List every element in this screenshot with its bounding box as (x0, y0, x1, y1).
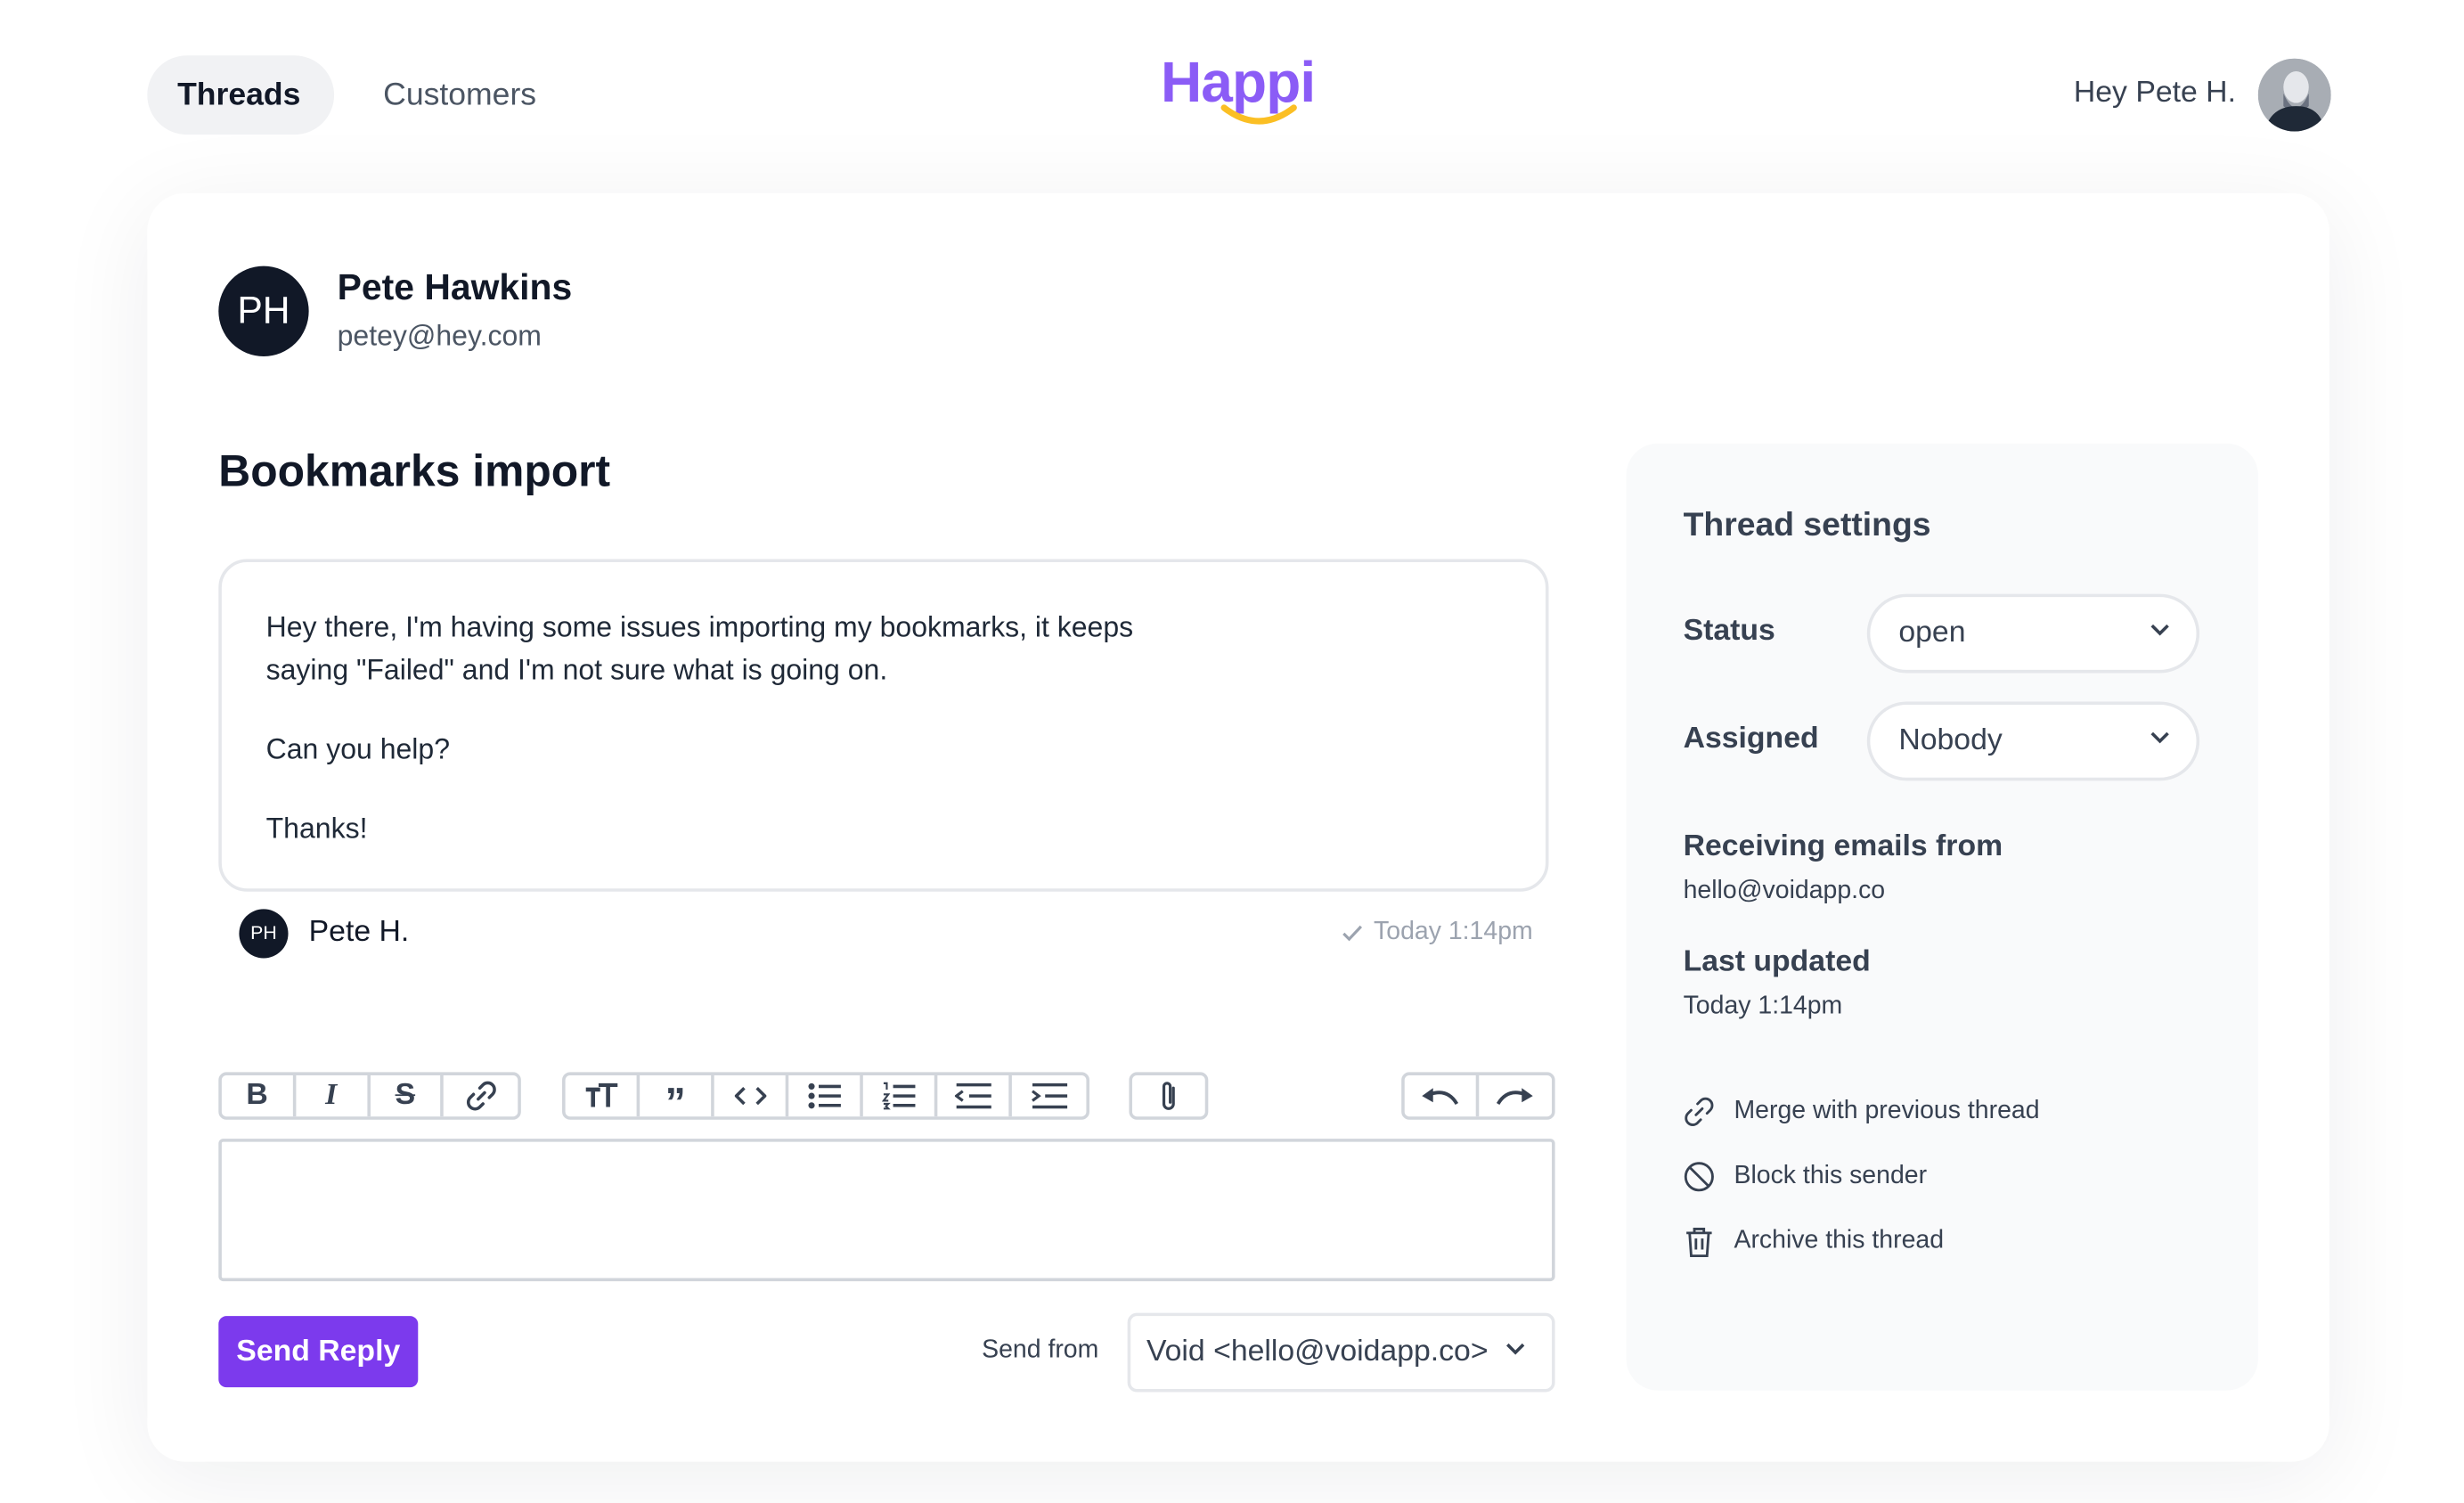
message-line: saying "Failed" and I'm not sure what is… (265, 654, 888, 686)
undo-icon (1422, 1088, 1459, 1106)
status-value: open (1898, 616, 1966, 649)
tab-threads[interactable]: Threads (147, 55, 335, 135)
customer-avatar: PH (218, 265, 309, 356)
redo-button[interactable] (1478, 1075, 1552, 1116)
thread-card: PH Pete Hawkins petey@hey.com Bookmarks … (147, 192, 2329, 1462)
bullet-list-icon (807, 1082, 841, 1109)
send-from-label: Send from (982, 1336, 1099, 1364)
status-label: Status (1683, 614, 1775, 649)
outdent-icon (954, 1082, 991, 1109)
history-toolbar-group (1401, 1072, 1555, 1120)
italic-button[interactable]: I (296, 1074, 371, 1117)
link-icon (1685, 1097, 1714, 1126)
thread-settings-panel: Thread settings Status open Assigned Nob… (1626, 443, 2258, 1391)
settings-title: Thread settings (1683, 506, 1931, 543)
indent-icon (1031, 1082, 1067, 1109)
app: Threads Customers Happi Hey Pete H. PH P… (0, 0, 2464, 1503)
author-avatar: PH (239, 909, 289, 959)
attachment-icon (1162, 1082, 1175, 1110)
send-from-select[interactable]: Void <hello@voidapp.co> (1127, 1312, 1555, 1393)
tab-customers[interactable]: Customers (353, 55, 566, 135)
code-icon (733, 1086, 766, 1106)
redo-icon (1496, 1088, 1533, 1106)
archive-thread-label: Archive this thread (1734, 1227, 1945, 1254)
updated-value: Today 1:14pm (1683, 992, 1843, 1020)
undo-button[interactable] (1405, 1074, 1479, 1117)
user-photo (2257, 58, 2331, 132)
bold-icon: B (246, 1078, 268, 1112)
user-avatar[interactable] (2257, 58, 2331, 132)
timestamp-text: Today 1:14pm (1374, 919, 1533, 946)
block-toolbar-group: ” (562, 1072, 1089, 1120)
smile-icon (1220, 104, 1297, 125)
check-icon (1343, 925, 1363, 941)
chevron-down-icon (2150, 731, 2169, 744)
heading-button[interactable] (566, 1074, 640, 1117)
strikethrough-icon: S (395, 1078, 416, 1112)
italic-icon: I (325, 1078, 338, 1112)
receiving-value: hello@voidapp.co (1683, 877, 1886, 905)
bold-button[interactable]: B (222, 1074, 296, 1117)
customer-email: petey@hey.com (337, 320, 542, 352)
trash-icon (1686, 1227, 1712, 1258)
send-from-value: Void <hello@voidapp.co> (1146, 1335, 1489, 1368)
merge-thread-action[interactable]: Merge with previous thread (1684, 1096, 2040, 1128)
message-line: Hey there, I'm having some issues import… (265, 611, 1134, 643)
strikethrough-button[interactable]: S (370, 1074, 445, 1117)
merge-thread-label: Merge with previous thread (1734, 1097, 2040, 1125)
archive-thread-action[interactable]: Archive this thread (1684, 1226, 1944, 1258)
happi-logo[interactable]: Happi (1161, 49, 1319, 138)
link-button[interactable] (444, 1075, 518, 1116)
message-paragraph: Can you help? (265, 733, 451, 765)
send-reply-button[interactable]: Send Reply (218, 1316, 419, 1388)
chevron-down-icon (2150, 624, 2169, 636)
outdent-button[interactable] (937, 1074, 1012, 1117)
link-icon (466, 1081, 496, 1111)
message-bubble: Hey there, I'm having some issues import… (218, 559, 1549, 892)
assigned-label: Assigned (1683, 722, 1819, 756)
message-timestamp: Today 1:14pm (1342, 919, 1533, 947)
block-sender-label: Block this sender (1734, 1162, 1928, 1189)
user-greeting: Hey Pete H. (2073, 76, 2236, 110)
chevron-down-icon (1506, 1343, 1525, 1355)
assigned-value: Nobody (1898, 723, 2003, 757)
thread-subject: Bookmarks import (218, 446, 611, 496)
attach-toolbar-group (1129, 1072, 1209, 1120)
format-toolbar-group: B I S (218, 1072, 521, 1120)
numbered-list-icon (881, 1082, 915, 1110)
assigned-select[interactable]: Nobody (1866, 701, 2200, 781)
heading-icon (584, 1082, 617, 1107)
attachment-button[interactable] (1132, 1075, 1205, 1116)
block-sender-action[interactable]: Block this sender (1684, 1161, 1927, 1193)
indent-button[interactable] (1012, 1075, 1087, 1116)
message-paragraph: Hey there, I'm having some issues import… (266, 607, 1502, 692)
message-paragraph: Thanks! (265, 812, 368, 845)
quote-button[interactable]: ” (640, 1074, 714, 1120)
status-select[interactable]: open (1866, 593, 2200, 674)
quote-icon: ” (665, 1078, 686, 1120)
receiving-label: Receiving emails from (1683, 829, 2003, 863)
numbered-list-button[interactable] (863, 1074, 938, 1117)
author-name: Pete H. (308, 915, 410, 949)
reply-editor[interactable] (218, 1139, 1555, 1282)
code-button[interactable] (714, 1074, 789, 1117)
updated-label: Last updated (1683, 945, 1871, 979)
block-icon (1684, 1162, 1714, 1192)
bullet-list-button[interactable] (788, 1074, 863, 1117)
customer-name: Pete Hawkins (337, 265, 573, 307)
